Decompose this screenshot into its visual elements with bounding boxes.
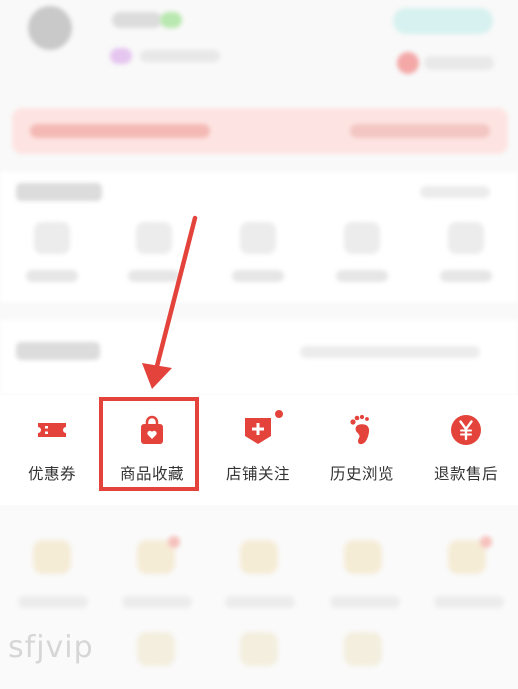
services-card-subtitle xyxy=(300,346,480,358)
yen-circle-icon xyxy=(451,415,481,445)
order-status-label xyxy=(336,270,388,282)
services-card-title xyxy=(16,342,100,360)
top-right-link[interactable] xyxy=(424,56,494,70)
service-label: 店铺关注 xyxy=(225,466,290,483)
order-status-icon[interactable] xyxy=(34,222,70,254)
red-icon xyxy=(397,52,419,74)
service-shop-follow[interactable]: 店铺关注 xyxy=(206,395,310,505)
tool-label xyxy=(434,596,504,608)
promo-banner-link[interactable] xyxy=(350,124,490,138)
service-shortcuts: 优惠券 商品收藏 店铺关注 历史浏览 退款售后 xyxy=(0,395,518,505)
store-plus-icon xyxy=(245,418,271,444)
tool-label xyxy=(330,596,400,608)
tool-label xyxy=(18,596,88,608)
watermark: sfjvip xyxy=(8,630,94,665)
order-status-label xyxy=(26,270,78,282)
service-coupon[interactable]: 优惠券 xyxy=(0,395,104,505)
promo-banner-text xyxy=(30,124,210,138)
tool-icon[interactable] xyxy=(33,540,71,574)
username-placeholder xyxy=(112,12,162,28)
service-label: 商品收藏 xyxy=(119,466,184,483)
tool-badge xyxy=(480,536,492,548)
tool-icon[interactable] xyxy=(240,632,278,666)
tool-badge xyxy=(168,536,180,548)
shopping-bag-heart-icon xyxy=(141,415,163,444)
tool-label xyxy=(122,596,192,608)
order-status-label xyxy=(440,270,492,282)
service-label: 历史浏览 xyxy=(329,466,394,483)
notification-dot-icon xyxy=(273,408,285,420)
orders-card-more-link[interactable] xyxy=(420,186,490,198)
order-status-label xyxy=(232,270,284,282)
footprints-icon xyxy=(350,414,370,445)
order-status-icon[interactable] xyxy=(240,222,276,254)
level-badge xyxy=(110,48,132,64)
service-label: 优惠券 xyxy=(27,466,76,483)
service-history[interactable]: 历史浏览 xyxy=(310,395,414,505)
service-label: 退款售后 xyxy=(433,466,498,483)
tool-icon[interactable] xyxy=(344,632,382,666)
order-status-icon[interactable] xyxy=(448,222,484,254)
service-favorites[interactable]: 商品收藏 xyxy=(100,395,204,505)
order-status-icon[interactable] xyxy=(344,222,380,254)
order-status-icon[interactable] xyxy=(136,222,172,254)
service-refund[interactable]: 退款售后 xyxy=(414,395,518,505)
top-right-button[interactable] xyxy=(393,8,493,34)
tool-icon[interactable] xyxy=(240,540,278,574)
user-avatar[interactable] xyxy=(28,6,72,50)
member-badge xyxy=(160,12,182,28)
coupon-icon xyxy=(38,423,66,437)
tool-icon[interactable] xyxy=(344,540,382,574)
user-subtitle-placeholder xyxy=(140,50,220,62)
orders-card-title xyxy=(16,183,102,201)
tool-label xyxy=(225,596,295,608)
order-status-label xyxy=(128,270,180,282)
tool-icon[interactable] xyxy=(137,632,175,666)
